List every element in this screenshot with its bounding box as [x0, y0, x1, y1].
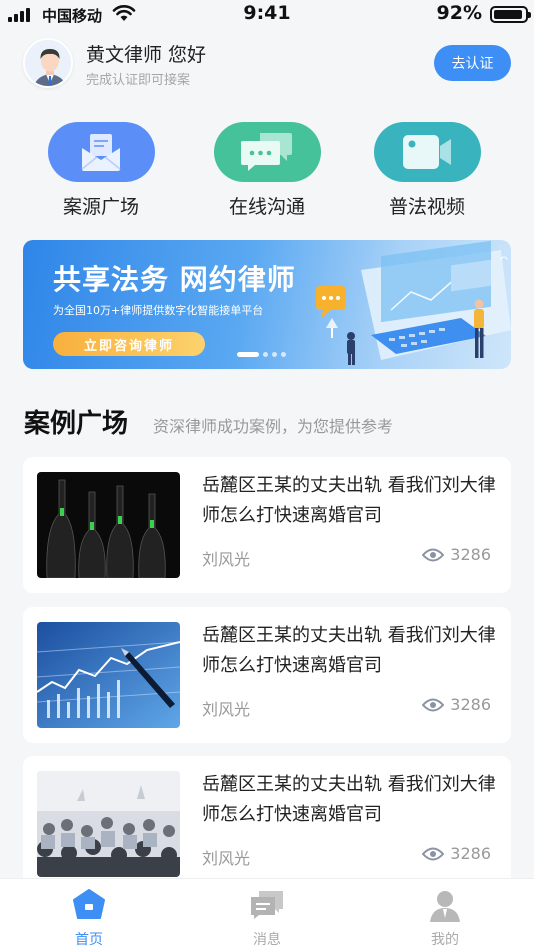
- case-thumbnail: [37, 472, 180, 578]
- verify-button[interactable]: 去认证: [434, 45, 511, 81]
- quick-action-label: 在线沟通: [228, 196, 305, 218]
- tab-home[interactable]: 首页: [44, 887, 134, 949]
- quick-action-law-video[interactable]: 普法视频: [373, 122, 481, 219]
- quick-action-label: 普法视频: [388, 196, 465, 218]
- case-title: 岳麓区王某的丈夫出轨 看我们刘大律师怎么打快速离婚官司: [202, 774, 496, 825]
- avatar[interactable]: [23, 38, 73, 88]
- case-thumbnail: [37, 771, 180, 877]
- view-count: 3286: [450, 545, 491, 564]
- lawyer-avatar-icon: [25, 40, 71, 86]
- eye-icon: [422, 698, 445, 711]
- quick-action-label: 案源广场: [62, 196, 139, 218]
- view-count: 3286: [450, 844, 491, 863]
- quick-action-pill: [373, 122, 481, 182]
- bottom-tab-bar: 首页 消息 我的: [0, 878, 534, 950]
- tab-messages[interactable]: 消息: [222, 887, 312, 949]
- stock-chart-photo: [37, 622, 180, 728]
- carousel-dot[interactable]: [263, 352, 268, 357]
- carousel-dot[interactable]: [272, 352, 277, 357]
- greeting: 黄文律师 您好: [86, 44, 207, 66]
- bottles-photo: [37, 472, 180, 578]
- audience-photo: [37, 771, 180, 877]
- quick-action-pill: [213, 122, 321, 182]
- eye-icon: [422, 548, 445, 561]
- case-title: 岳麓区王某的丈夫出轨 看我们刘大律师怎么打快速离婚官司: [202, 625, 496, 676]
- battery-icon: [490, 6, 531, 23]
- tab-label: 我的: [431, 932, 459, 948]
- tab-profile[interactable]: 我的: [400, 887, 490, 949]
- tab-label: 消息: [253, 932, 281, 948]
- video-camera-icon: [403, 135, 451, 169]
- case-card[interactable]: 岳麓区王某的丈夫出轨 看我们刘大律师怎么打快速离婚官司 刘风光 3286: [23, 607, 511, 743]
- section-description: 资深律师成功案例，为您提供参考: [153, 417, 394, 436]
- case-title: 岳麓区王某的丈夫出轨 看我们刘大律师怎么打快速离婚官司: [202, 475, 496, 526]
- chat-bubbles-icon: [241, 133, 292, 171]
- carousel-indicator[interactable]: [237, 352, 286, 357]
- battery-percent: 92%: [436, 2, 482, 24]
- case-author: 刘风光: [202, 700, 251, 719]
- carousel-dot[interactable]: [237, 352, 259, 357]
- eye-icon: [422, 847, 445, 860]
- case-views: 3286: [422, 695, 491, 714]
- tab-label: 首页: [75, 932, 103, 948]
- case-thumbnail: [37, 622, 180, 728]
- case-author: 刘风光: [202, 550, 251, 569]
- banner-subtitle: 为全国10万+律师提供数字化智能接单平台: [53, 304, 264, 317]
- case-author: 刘风光: [202, 849, 251, 868]
- status-bar: 中国移动 9:41 92%: [0, 0, 534, 30]
- verify-hint: 完成认证即可接案: [86, 73, 191, 88]
- section-title: 案例广场: [24, 409, 129, 439]
- promo-banner[interactable]: 共享法务 网约律师 为全国10万+律师提供数字化智能接单平台 立即咨询律师: [23, 240, 511, 369]
- quick-action-pill: [47, 122, 155, 182]
- consult-lawyer-button[interactable]: 立即咨询律师: [53, 332, 205, 356]
- online-lawyer-illustration: [316, 240, 511, 365]
- case-views: 3286: [422, 844, 491, 863]
- case-card[interactable]: 岳麓区王某的丈夫出轨 看我们刘大律师怎么打快速离婚官司 刘风光 3286: [23, 457, 511, 593]
- view-count: 3286: [450, 695, 491, 714]
- message-icon: [249, 887, 285, 923]
- banner-title: 共享法务 网约律师: [53, 263, 296, 296]
- case-views: 3286: [422, 545, 491, 564]
- profile-icon: [427, 887, 463, 923]
- envelope-icon: [81, 134, 121, 171]
- case-card[interactable]: 岳麓区王某的丈夫出轨 看我们刘大律师怎么打快速离婚官司 刘风光 3286: [23, 756, 511, 892]
- carousel-dot[interactable]: [281, 352, 286, 357]
- quick-action-case-square[interactable]: 案源广场: [47, 122, 155, 219]
- quick-action-online-chat[interactable]: 在线沟通: [213, 122, 321, 219]
- home-icon: [71, 887, 107, 923]
